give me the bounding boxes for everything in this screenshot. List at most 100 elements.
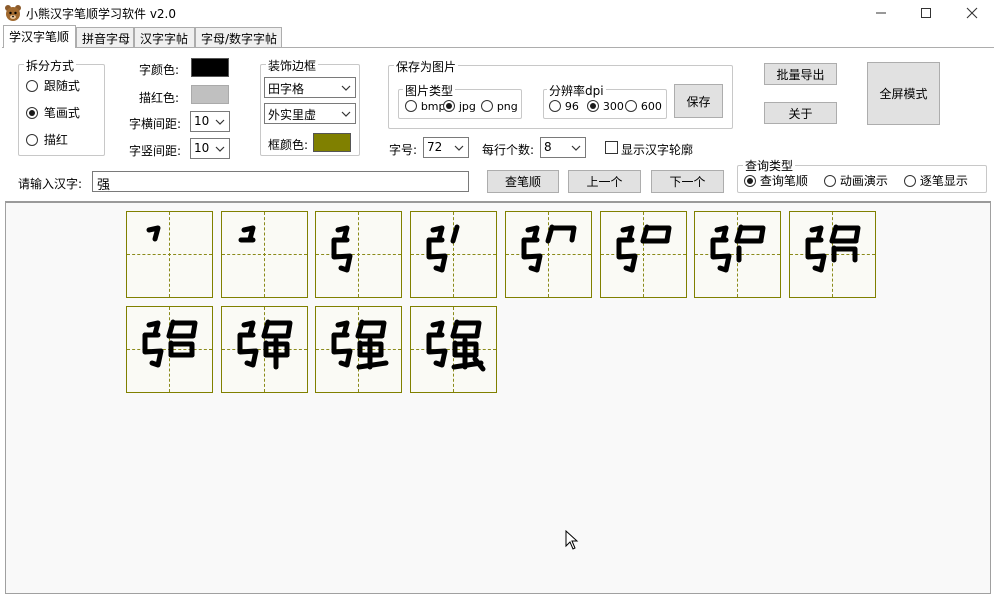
- save-button[interactable]: 保存: [674, 84, 723, 118]
- batch-export-button[interactable]: 批量导出: [764, 63, 837, 85]
- dpi-96-option[interactable]: 96: [549, 100, 579, 115]
- radio-button[interactable]: [405, 100, 417, 112]
- stroke-step-cell: [126, 306, 213, 393]
- font-color-label: 字颜色:: [139, 63, 180, 77]
- stroke-path: [831, 246, 858, 263]
- chevron-down-icon: [215, 119, 225, 125]
- trace-color-swatch[interactable]: [191, 85, 229, 104]
- stroke-path: [472, 356, 486, 372]
- v-spacing-select[interactable]: 10: [190, 138, 230, 159]
- maximize-icon: [921, 8, 931, 18]
- query-strokes-option[interactable]: 查询笔顺: [744, 174, 808, 191]
- radio-button-selected[interactable]: [587, 100, 599, 112]
- stroke-path: [335, 320, 350, 337]
- radio-button[interactable]: [824, 175, 836, 187]
- about-button[interactable]: 关于: [764, 102, 837, 124]
- frame-color-swatch[interactable]: [313, 133, 351, 152]
- radio-button[interactable]: [26, 80, 38, 92]
- font-color-swatch[interactable]: [191, 58, 229, 77]
- per-row-select[interactable]: 8: [540, 137, 586, 158]
- maximize-button[interactable]: [903, 0, 949, 26]
- tab-pinyin[interactable]: 拼音字母: [76, 27, 134, 47]
- radio-button[interactable]: [481, 100, 493, 112]
- stroke-path: [142, 332, 164, 368]
- stroke-step-cell: [694, 211, 781, 298]
- stroke-path: [237, 332, 259, 368]
- character-stroke-drawing: [146, 225, 161, 242]
- char-input[interactable]: 强: [92, 171, 469, 193]
- stroke-path: [359, 320, 387, 338]
- type-png-option[interactable]: png: [481, 100, 518, 115]
- character-stroke-drawing: [616, 224, 672, 273]
- character-stroke-drawing: [426, 319, 486, 372]
- stroke-path: [616, 237, 638, 273]
- tab-hanzi-copybook[interactable]: 汉字字帖: [134, 27, 195, 47]
- chevron-down-icon: [571, 145, 581, 151]
- stroke-path: [241, 320, 256, 337]
- query-type-legend: 查询类型: [743, 157, 796, 174]
- stroke-path: [620, 225, 635, 242]
- trace-color-label: 描红色:: [139, 91, 180, 105]
- stroke-step-cell: [410, 306, 497, 393]
- stroke-path: [146, 225, 161, 242]
- h-spacing-select[interactable]: 10: [190, 111, 230, 132]
- type-jpg-option[interactable]: jpg: [443, 100, 476, 115]
- stroke-path: [525, 225, 540, 242]
- stroke-path: [426, 237, 448, 273]
- character-stroke-drawing: [238, 225, 256, 243]
- radio-button[interactable]: [26, 134, 38, 146]
- dpi-600-option[interactable]: 600: [625, 100, 662, 115]
- radio-button-selected[interactable]: [744, 175, 756, 187]
- close-icon: [966, 7, 978, 19]
- stroke-path: [450, 224, 460, 244]
- mouse-cursor-icon: [565, 529, 579, 553]
- font-size-select[interactable]: 72: [423, 137, 469, 158]
- search-strokes-button[interactable]: 查笔顺: [487, 170, 559, 193]
- radio-button-selected[interactable]: [26, 107, 38, 119]
- stroke-path: [331, 237, 353, 273]
- outline-label: 显示汉字轮廓: [621, 143, 694, 157]
- split-trace-option[interactable]: 描红: [26, 133, 68, 150]
- line-style-select[interactable]: 外实里虚: [264, 103, 356, 124]
- fullscreen-button[interactable]: 全屏模式: [867, 62, 940, 125]
- grid-type-select[interactable]: 田字格: [264, 77, 356, 98]
- character-stroke-drawing: [331, 319, 389, 370]
- stroke-path: [426, 332, 448, 368]
- stroke-step-cell: [505, 211, 592, 298]
- query-step-option[interactable]: 逐笔显示: [904, 174, 968, 191]
- character-stroke-drawing: [237, 319, 293, 370]
- tab-letter-copybook[interactable]: 字母/数字字帖: [195, 27, 282, 47]
- bear-icon: [4, 4, 22, 22]
- prev-button[interactable]: 上一个: [568, 170, 641, 193]
- stroke-path: [170, 320, 198, 338]
- radio-button[interactable]: [625, 100, 637, 112]
- tab-learn-strokes[interactable]: 学汉字笔顺: [3, 25, 76, 48]
- chevron-down-icon: [341, 111, 351, 117]
- outline-checkbox[interactable]: [605, 141, 618, 154]
- radio-button[interactable]: [904, 175, 916, 187]
- stroke-step-cell: [126, 211, 213, 298]
- close-button[interactable]: [949, 0, 995, 26]
- next-button[interactable]: 下一个: [651, 170, 724, 193]
- chevron-down-icon: [341, 85, 351, 91]
- radio-button[interactable]: [549, 100, 561, 112]
- stroke-path: [714, 225, 729, 242]
- type-bmp-option[interactable]: bmp: [405, 100, 446, 115]
- character-stroke-drawing: [331, 225, 353, 273]
- stroke-path: [335, 225, 350, 242]
- minimize-button[interactable]: [858, 0, 904, 26]
- character-stroke-drawing: [710, 224, 766, 273]
- stroke-path: [521, 237, 543, 273]
- stroke-path: [710, 237, 732, 273]
- stroke-path: [331, 332, 353, 368]
- dpi-300-option[interactable]: 300: [587, 100, 624, 115]
- stroke-step-cell: [221, 211, 308, 298]
- split-follow-option[interactable]: 跟随式: [26, 79, 80, 96]
- query-animation-option[interactable]: 动画演示: [824, 174, 888, 191]
- stroke-step-cell: [789, 211, 876, 298]
- character-stroke-drawing: [142, 319, 198, 368]
- radio-button-selected[interactable]: [443, 100, 455, 112]
- font-size-label: 字号:: [389, 143, 418, 157]
- stroke-path: [241, 225, 256, 242]
- split-stroke-option[interactable]: 笔画式: [26, 106, 80, 123]
